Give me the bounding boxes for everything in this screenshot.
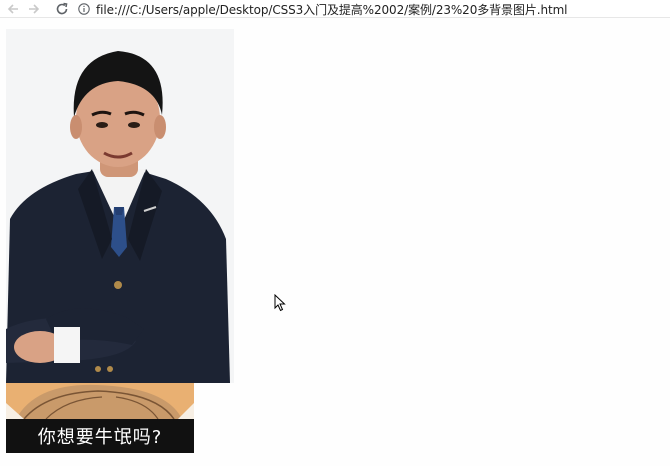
comic-image: 你想要牛氓吗? — [6, 383, 194, 453]
browser-toolbar: file:///C:/Users/apple/Desktop/CSS3入门及提高… — [0, 0, 670, 18]
forward-arrow-icon[interactable] — [26, 1, 42, 17]
info-icon[interactable] — [78, 3, 90, 15]
mouse-cursor-icon — [274, 293, 286, 312]
caption-bar: 你想要牛氓吗? — [6, 419, 194, 453]
page-content: 你想要牛氓吗? — [0, 18, 670, 466]
back-arrow-icon[interactable] — [5, 1, 21, 17]
address-url[interactable]: file:///C:/Users/apple/Desktop/CSS3入门及提高… — [96, 1, 568, 18]
address-bar[interactable]: file:///C:/Users/apple/Desktop/CSS3入门及提高… — [78, 0, 568, 18]
portrait-image — [6, 29, 234, 383]
caption-text: 你想要牛氓吗? — [37, 427, 163, 448]
reload-icon[interactable] — [54, 1, 70, 17]
